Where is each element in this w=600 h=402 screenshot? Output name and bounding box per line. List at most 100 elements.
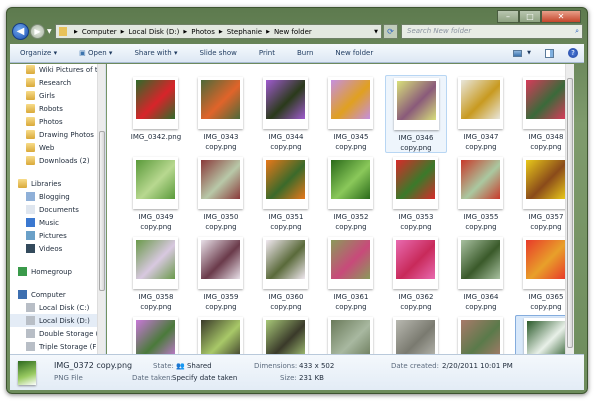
file-item[interactable] — [320, 315, 382, 354]
burn-button[interactable]: Burn — [297, 49, 313, 57]
file-item[interactable]: IMG_0349 copy.png — [125, 155, 187, 233]
breadcrumb-item[interactable]: Stephanie — [227, 28, 262, 36]
thumbnail — [328, 157, 373, 209]
date-taken-value[interactable]: Specify date taken — [172, 374, 237, 382]
nav-item[interactable]: Double Storage ( — [26, 327, 98, 340]
file-item[interactable] — [450, 315, 512, 354]
scrollbar-thumb[interactable] — [567, 78, 573, 348]
file-item[interactable] — [125, 315, 187, 354]
folder-icon — [26, 65, 35, 74]
new-folder-button[interactable]: New folder — [335, 49, 373, 57]
file-item[interactable]: IMG_0346 copy.png — [385, 75, 447, 153]
address-history-dropdown[interactable]: ▼ — [374, 29, 378, 35]
file-item[interactable]: IMG_0352 copy.png — [320, 155, 382, 233]
nav-item[interactable]: Pictures — [26, 229, 67, 242]
file-item[interactable] — [385, 315, 447, 354]
nav-item[interactable]: Local Disk (D:) — [10, 314, 100, 327]
breadcrumb-item[interactable]: New folder — [274, 28, 312, 36]
nav-item-label: Computer — [31, 290, 66, 299]
thumbnail-image — [526, 160, 565, 199]
scrollbar-thumb[interactable] — [99, 131, 105, 291]
nav-item[interactable]: Downloads (2) — [26, 154, 90, 167]
file-item[interactable] — [255, 315, 317, 354]
thumbnail — [133, 317, 178, 354]
file-item[interactable]: IMG_0361 copy.png — [320, 235, 382, 313]
search-input[interactable]: Search New folder ⌕ — [401, 24, 583, 39]
file-name-line2: copy.png — [270, 303, 302, 311]
explorer-window: – □ ✕ ◀ ▶ ▼ ▶ Computer ▶ Local Disk (D:) ▶ Ph… — [6, 7, 588, 394]
navigation-scrollbar[interactable] — [97, 64, 105, 354]
thumbnail — [263, 77, 308, 129]
nav-item-label: Videos — [39, 244, 63, 253]
change-view-button[interactable]: ▼ — [513, 49, 531, 57]
nav-item[interactable]: Research — [26, 76, 71, 89]
breadcrumb-item[interactable]: Photos — [191, 28, 215, 36]
breadcrumb-separator[interactable]: ▶ — [183, 29, 187, 35]
nav-item[interactable]: Triple Storage (F — [26, 340, 96, 353]
nav-item[interactable]: Local Disk (C:) — [26, 301, 89, 314]
nav-item[interactable]: Homegroup — [18, 265, 72, 278]
forward-button[interactable]: ▶ — [30, 24, 45, 39]
breadcrumb-item[interactable]: Computer — [82, 28, 117, 36]
library-icon — [26, 192, 35, 201]
open-button[interactable]: ▣ Open ▾ — [79, 49, 112, 57]
help-icon[interactable]: ? — [568, 48, 578, 58]
close-button[interactable]: ✕ — [541, 10, 581, 23]
file-item[interactable]: IMG_0353 copy.png — [385, 155, 447, 233]
nav-item[interactable]: Blogging — [26, 190, 70, 203]
share-with-button[interactable]: Share with ▾ — [134, 49, 177, 57]
refresh-button[interactable]: ⟳ — [383, 24, 398, 39]
breadcrumb-separator[interactable]: ▶ — [121, 29, 125, 35]
file-item[interactable]: IMG_0358 copy.png — [125, 235, 187, 313]
address-bar[interactable]: ▶ Computer ▶ Local Disk (D:) ▶ Photos ▶ Stephan… — [55, 24, 382, 39]
file-item[interactable]: IMG_0351 copy.png — [255, 155, 317, 233]
file-item[interactable]: IMG_0344 copy.png — [255, 75, 317, 153]
file-item[interactable]: IMG_0347 copy.png — [450, 75, 512, 153]
file-item[interactable]: IMG_0355 copy.png — [450, 155, 512, 233]
thumbnail-image — [201, 240, 240, 279]
breadcrumb-separator[interactable]: ▶ — [74, 29, 78, 35]
file-name-line2: copy.png — [335, 143, 367, 151]
file-list-scrollbar[interactable] — [565, 64, 574, 354]
file-item[interactable]: IMG_0359 copy.png — [190, 235, 252, 313]
file-item[interactable]: IMG_0350 copy.png — [190, 155, 252, 233]
file-item[interactable]: IMG_0342.png — [125, 75, 187, 153]
recent-pages-dropdown[interactable]: ▼ — [47, 28, 52, 35]
breadcrumb-separator[interactable]: ▶ — [219, 29, 223, 35]
file-item[interactable] — [190, 315, 252, 354]
file-item[interactable]: IMG_0343 copy.png — [190, 75, 252, 153]
print-button[interactable]: Print — [259, 49, 275, 57]
nav-item[interactable]: Libraries — [18, 177, 61, 190]
nav-item[interactable]: Web — [26, 141, 54, 154]
file-name-line2: copy.png — [205, 223, 237, 231]
state-text: Shared — [186, 362, 212, 370]
organize-button[interactable]: Organize ▾ — [20, 49, 57, 57]
back-button[interactable]: ◀ — [12, 23, 29, 40]
details-filetype: PNG File — [54, 374, 83, 382]
file-item[interactable]: IMG_0362 copy.png — [385, 235, 447, 313]
nav-item[interactable]: Wiki Pictures of t — [26, 64, 98, 76]
preview-pane-icon[interactable] — [545, 48, 554, 58]
nav-item[interactable]: Robots — [26, 102, 63, 115]
thumbnail-image — [266, 80, 305, 119]
maximize-button[interactable]: □ — [519, 10, 541, 23]
nav-item[interactable]: Videos — [26, 242, 62, 255]
drive-icon — [26, 316, 35, 325]
file-item[interactable]: IMG_0345 copy.png — [320, 75, 382, 153]
nav-item[interactable]: Drawing Photos — [26, 128, 94, 141]
nav-item[interactable]: Girls — [26, 89, 55, 102]
nav-item[interactable]: Computer — [18, 288, 66, 301]
nav-item[interactable]: Music — [26, 216, 59, 229]
nav-item[interactable]: Photos — [26, 115, 63, 128]
nav-item[interactable]: Documents — [26, 203, 79, 216]
state-value: 👥 Shared — [176, 362, 212, 370]
breadcrumb-separator[interactable]: ▶ — [266, 29, 270, 35]
breadcrumb-item[interactable]: Local Disk (D:) — [129, 28, 180, 36]
size-label: Size: — [280, 374, 297, 382]
minimize-button[interactable]: – — [497, 10, 519, 23]
search-icon[interactable]: ⌕ — [575, 25, 579, 38]
file-item[interactable]: IMG_0364 copy.png — [450, 235, 512, 313]
nav-item-label: Web — [39, 143, 55, 152]
slide-show-button[interactable]: Slide show — [199, 49, 236, 57]
file-item[interactable]: IMG_0360 copy.png — [255, 235, 317, 313]
